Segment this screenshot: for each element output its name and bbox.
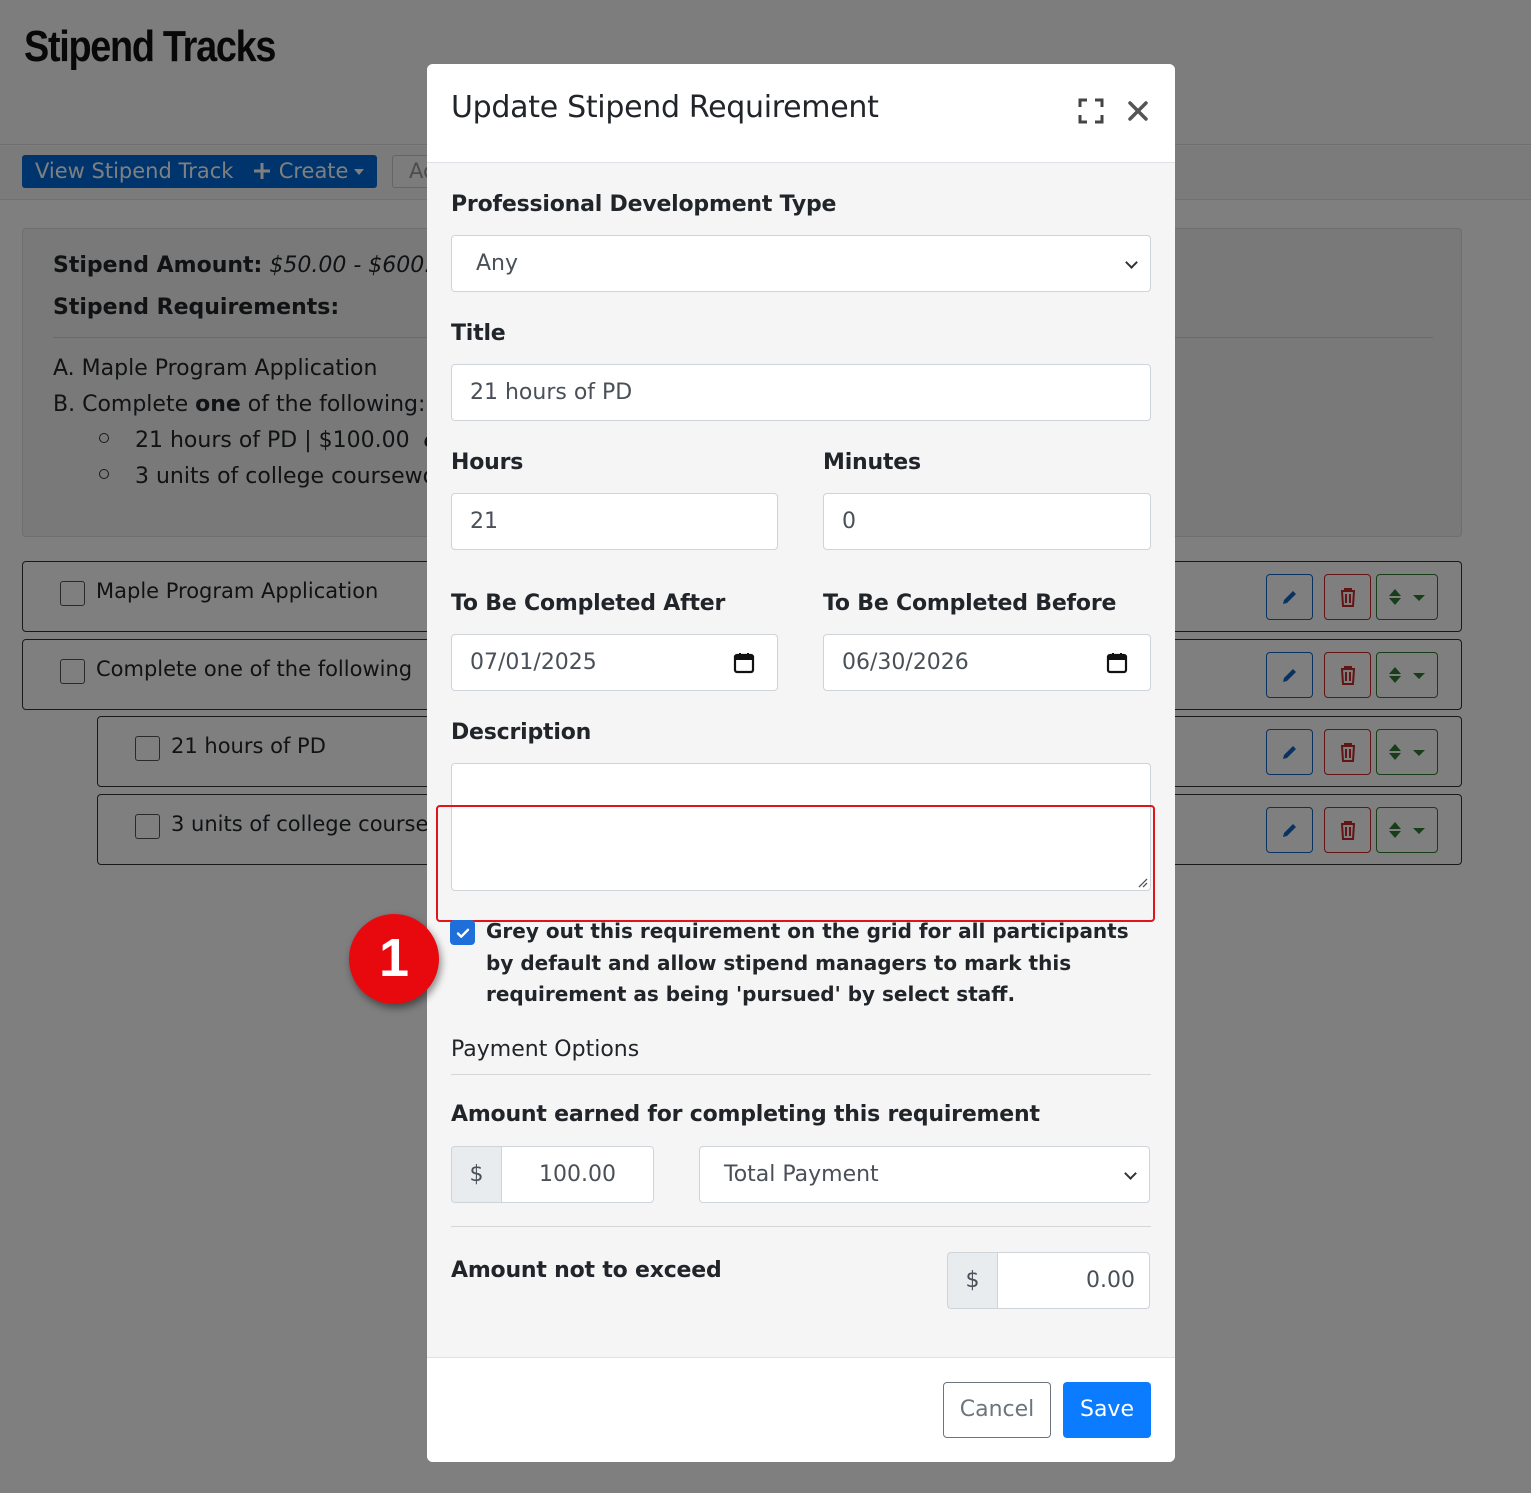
pd-type-select[interactable]: Any (451, 235, 1151, 292)
calendar-icon[interactable] (1106, 652, 1128, 674)
callout-number-badge: 1 (349, 914, 439, 1004)
minutes-label: Minutes (823, 450, 921, 475)
completed-after-date-input[interactable]: 07/01/2025 (451, 634, 778, 691)
save-button[interactable]: Save (1063, 1382, 1151, 1438)
completed-before-label: To Be Completed Before (823, 591, 1117, 616)
title-label: Title (451, 321, 506, 346)
completed-after-value: 07/01/2025 (470, 650, 597, 675)
completed-before-value: 06/30/2026 (842, 650, 969, 675)
pd-type-value: Any (476, 251, 519, 276)
hours-label: Hours (451, 450, 524, 475)
payment-type-select[interactable]: Total Payment (699, 1146, 1150, 1203)
section-divider (451, 1226, 1151, 1227)
description-label: Description (451, 720, 592, 745)
minutes-input-value: 0 (842, 509, 856, 534)
pd-type-label: Professional Development Type (451, 192, 837, 217)
chevron-down-icon (1124, 1167, 1137, 1180)
update-stipend-requirement-modal: Update Stipend Requirement Professional … (427, 64, 1175, 1462)
section-divider (451, 1074, 1151, 1075)
grey-out-checkbox-label[interactable]: Grey out this requirement on the grid fo… (486, 916, 1146, 1011)
grey-out-checkbox[interactable] (450, 920, 475, 945)
amount-not-exceed-input[interactable]: 0.00 (997, 1252, 1150, 1309)
amount-earned-input[interactable]: 100.00 (501, 1146, 654, 1203)
expand-icon[interactable] (1078, 98, 1104, 124)
hours-input[interactable]: 21 (451, 493, 778, 550)
chevron-down-icon (1125, 256, 1138, 269)
modal-header: Update Stipend Requirement (427, 64, 1175, 163)
completed-after-label: To Be Completed After (451, 591, 726, 616)
title-input-value: 21 hours of PD (470, 380, 633, 405)
calendar-icon[interactable] (733, 652, 755, 674)
amount-earned-label: Amount earned for completing this requir… (451, 1102, 1040, 1127)
amount-not-exceed-label: Amount not to exceed (451, 1258, 722, 1283)
currency-prefix: $ (451, 1146, 501, 1203)
cancel-button[interactable]: Cancel (943, 1382, 1051, 1438)
hours-input-value: 21 (470, 509, 498, 534)
payment-options-heading: Payment Options (451, 1037, 640, 1062)
completed-before-date-input[interactable]: 06/30/2026 (823, 634, 1151, 691)
minutes-input[interactable]: 0 (823, 493, 1151, 550)
payment-type-value: Total Payment (724, 1162, 879, 1187)
modal-title: Update Stipend Requirement (451, 90, 879, 125)
highlight-annotation-box (436, 805, 1155, 922)
amount-earned-input-group: $ 100.00 (451, 1146, 654, 1203)
close-icon[interactable] (1125, 98, 1151, 124)
check-icon (456, 928, 469, 938)
title-input[interactable]: 21 hours of PD (451, 364, 1151, 421)
currency-prefix: $ (947, 1252, 997, 1309)
amount-not-exceed-input-group: $ 0.00 (947, 1252, 1150, 1309)
